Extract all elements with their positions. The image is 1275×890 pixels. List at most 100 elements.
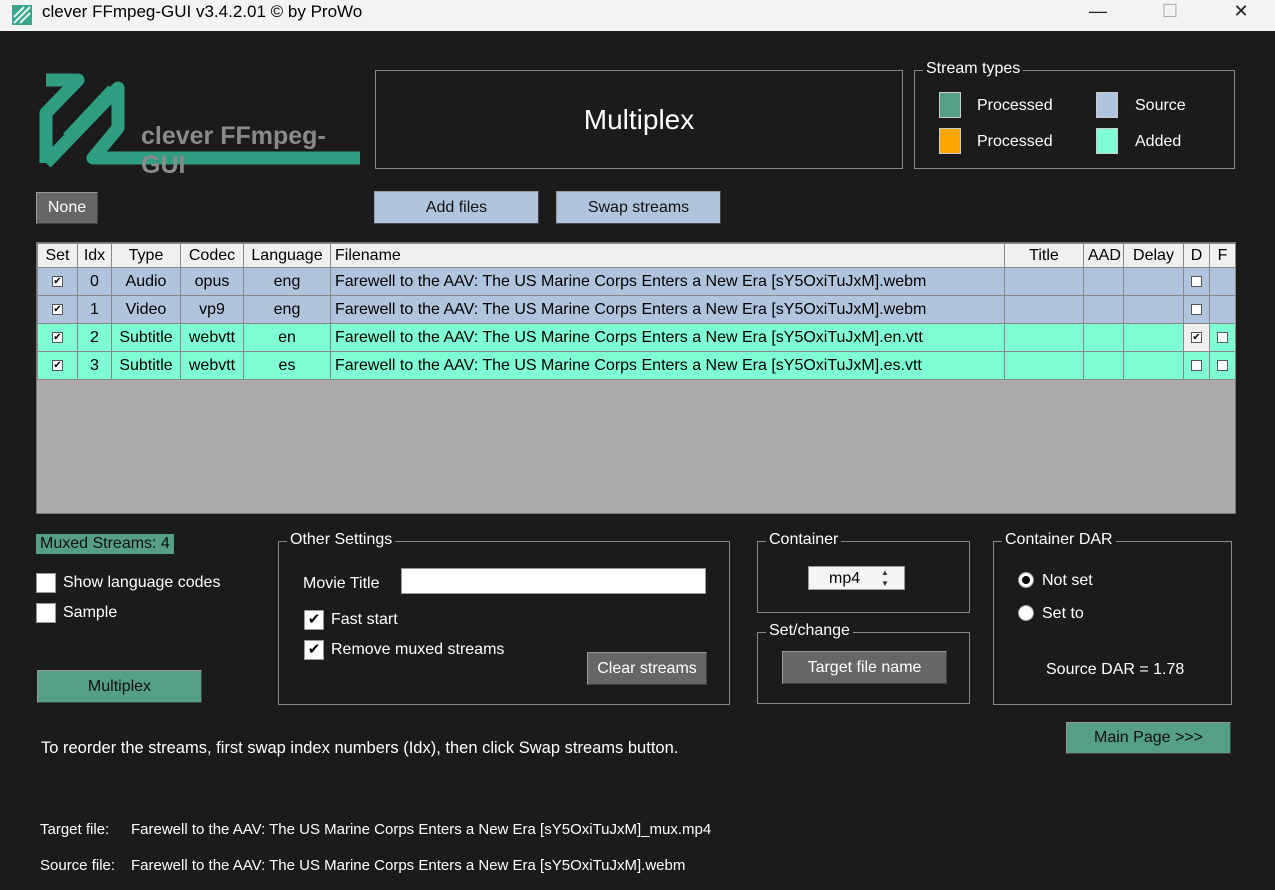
cell-language[interactable]: eng (243, 267, 331, 296)
cell-language[interactable]: en (243, 323, 331, 352)
column-header[interactable]: D (1183, 243, 1210, 268)
cell-title[interactable] (1004, 295, 1084, 324)
clear-streams-button[interactable]: Clear streams (587, 652, 707, 685)
page-title: Multiplex (375, 70, 903, 169)
table-row[interactable]: ✔ 3 Subtitle webvtt es Farewell to the AAV: T… (37, 351, 1236, 380)
column-header[interactable]: Type (111, 243, 181, 268)
column-header[interactable]: Delay (1123, 243, 1184, 268)
cell-title[interactable] (1004, 323, 1084, 352)
cell-codec[interactable]: webvtt (180, 351, 244, 380)
cell-set[interactable]: ✔ (37, 267, 78, 296)
remove-muxed-checkbox[interactable]: ✔ (304, 640, 324, 660)
cell-filename[interactable]: Farewell to the AAV: The US Marine Corps… (330, 323, 1005, 352)
fast-start-checkbox[interactable]: ✔ (304, 610, 324, 630)
cell-delay[interactable] (1123, 323, 1184, 352)
column-header[interactable]: Filename (330, 243, 1005, 268)
column-header[interactable]: Language (243, 243, 331, 268)
sample-checkbox[interactable] (36, 603, 56, 623)
set-checkbox[interactable]: ✔ (52, 359, 63, 371)
cell-type[interactable]: Subtitle (111, 323, 181, 352)
cell-d[interactable] (1183, 351, 1210, 380)
title-bar: clever FFmpeg-GUI v3.4.2.01 © by ProWo —… (0, 0, 1275, 31)
column-header[interactable]: Idx (77, 243, 112, 268)
d-checkbox[interactable] (1191, 275, 1202, 287)
cell-f[interactable] (1209, 351, 1236, 380)
cell-filename[interactable]: Farewell to the AAV: The US Marine Corps… (330, 267, 1005, 296)
cell-d[interactable]: ✔ (1183, 323, 1210, 352)
column-header[interactable]: AAD (1083, 243, 1124, 268)
cell-idx[interactable]: 2 (77, 323, 112, 352)
app-icon (12, 5, 32, 25)
cell-title[interactable] (1004, 351, 1084, 380)
target-file-name-button[interactable]: Target file name (782, 651, 947, 684)
cell-title[interactable] (1004, 267, 1084, 296)
cell-language[interactable]: es (243, 351, 331, 380)
column-header[interactable]: Codec (180, 243, 244, 268)
maximize-button[interactable]: ☐ (1147, 0, 1193, 22)
cell-delay[interactable] (1123, 267, 1184, 296)
f-checkbox[interactable] (1217, 359, 1228, 371)
cell-delay[interactable] (1123, 295, 1184, 324)
set-checkbox[interactable]: ✔ (52, 275, 63, 287)
stream-types-title: Stream types (923, 60, 1024, 78)
column-header[interactable]: Set (37, 243, 78, 268)
column-header[interactable]: F (1209, 243, 1236, 268)
movie-title-input[interactable] (401, 568, 706, 594)
container-dar-group: Container DAR Not set Set to Source DAR … (993, 531, 1232, 705)
set-to-radio[interactable] (1018, 605, 1034, 621)
movie-title-label: Movie Title (303, 575, 380, 592)
table-row[interactable]: ✔ 1 Video vp9 eng Farewell to the AAV: The US… (37, 295, 1236, 324)
cell-idx[interactable]: 0 (77, 267, 112, 296)
cell-type[interactable]: Audio (111, 267, 181, 296)
window-title: clever FFmpeg-GUI v3.4.2.01 © by ProWo (42, 2, 363, 21)
cell-aad[interactable] (1083, 323, 1124, 352)
cell-idx[interactable]: 1 (77, 295, 112, 324)
sample-label: Sample (63, 604, 118, 621)
d-checkbox[interactable] (1191, 303, 1202, 315)
column-header[interactable]: Title (1004, 243, 1084, 268)
cell-set[interactable]: ✔ (37, 323, 78, 352)
minimize-button[interactable]: — (1075, 0, 1121, 22)
cell-d[interactable] (1183, 267, 1210, 296)
set-checkbox[interactable]: ✔ (52, 303, 63, 315)
cell-delay[interactable] (1123, 351, 1184, 380)
cell-f[interactable] (1209, 267, 1236, 296)
streams-table-container: Set Idx Type Codec Language Filename Title AAD D… (36, 242, 1236, 514)
cell-type[interactable]: Subtitle (111, 351, 181, 380)
cell-aad[interactable] (1083, 267, 1124, 296)
cell-codec[interactable]: vp9 (180, 295, 244, 324)
cell-aad[interactable] (1083, 351, 1124, 380)
main-page-button[interactable]: Main Page >>> (1066, 722, 1231, 754)
cell-set[interactable]: ✔ (37, 351, 78, 380)
cell-codec[interactable]: opus (180, 267, 244, 296)
cell-aad[interactable] (1083, 295, 1124, 324)
cell-filename[interactable]: Farewell to the AAV: The US Marine Corps… (330, 351, 1005, 380)
cell-d[interactable] (1183, 295, 1210, 324)
not-set-radio[interactable] (1018, 572, 1034, 588)
f-checkbox[interactable] (1217, 331, 1228, 343)
cell-set[interactable]: ✔ (37, 295, 78, 324)
d-checkbox[interactable]: ✔ (1191, 331, 1202, 343)
cell-idx[interactable]: 3 (77, 351, 112, 380)
legend-label: Processed (977, 97, 1053, 114)
cell-filename[interactable]: Farewell to the AAV: The US Marine Corps… (330, 295, 1005, 324)
container-spinbox[interactable]: mp4 ▲ ▼ (808, 566, 905, 590)
source-file-value: Farewell to the AAV: The US Marine Corps… (131, 857, 686, 874)
swap-streams-button[interactable]: Swap streams (556, 191, 721, 224)
cell-f[interactable] (1209, 323, 1236, 352)
cell-type[interactable]: Video (111, 295, 181, 324)
cell-language[interactable]: eng (243, 295, 331, 324)
set-checkbox[interactable]: ✔ (52, 331, 63, 343)
multiplex-button[interactable]: Multiplex (37, 670, 202, 703)
legend-label: Processed (977, 133, 1053, 150)
table-row[interactable]: ✔ 2 Subtitle webvtt en Farewell to the AAV: T… (37, 323, 1236, 352)
cell-f[interactable] (1209, 295, 1236, 324)
cell-codec[interactable]: webvtt (180, 323, 244, 352)
spin-arrows-icon[interactable]: ▲ ▼ (881, 567, 889, 589)
d-checkbox[interactable] (1191, 359, 1202, 371)
close-button[interactable]: ✕ (1218, 0, 1264, 22)
table-row[interactable]: ✔ 0 Audio opus eng Farewell to the AAV: The U… (37, 267, 1236, 296)
none-button[interactable]: None (36, 192, 98, 224)
show-language-codes-checkbox[interactable] (36, 573, 56, 593)
add-files-button[interactable]: Add files (374, 191, 539, 224)
